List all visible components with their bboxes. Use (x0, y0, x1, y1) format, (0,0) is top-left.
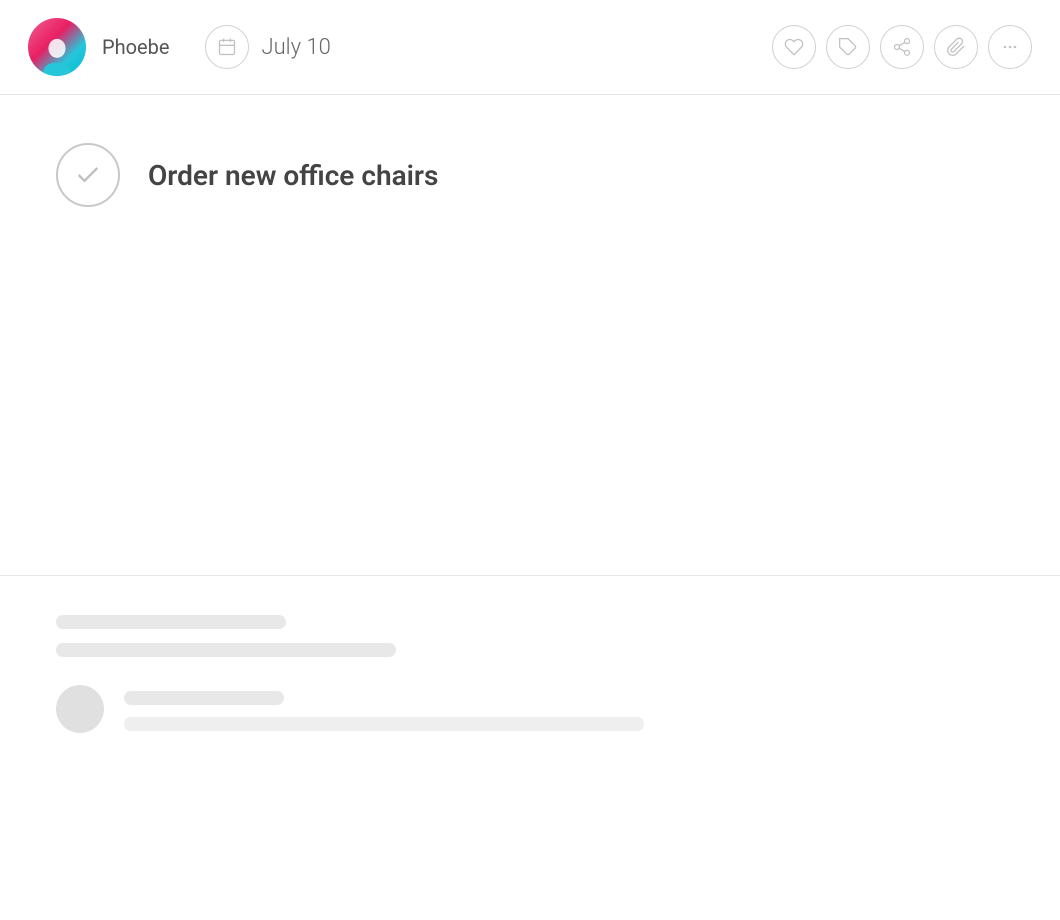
date-display: July 10 (261, 35, 330, 60)
skeleton-text-1 (124, 691, 284, 705)
avatar-silhouette (40, 36, 74, 76)
main-content: Order new office chairs (0, 95, 1060, 207)
tag-icon (838, 37, 858, 57)
task-title: Order new office chairs (148, 159, 438, 192)
paperclip-icon (946, 37, 966, 57)
section-divider (0, 575, 1060, 576)
user-name: Phoebe (102, 35, 169, 59)
more-options-button[interactable] (988, 25, 1032, 69)
calendar-icon-circle[interactable] (205, 25, 249, 69)
skeleton-text-2 (124, 717, 644, 731)
header-actions (772, 25, 1032, 69)
skeleton-line-1 (56, 615, 286, 629)
calendar-icon (217, 37, 237, 57)
tag-button[interactable] (826, 25, 870, 69)
skeleton-area (56, 615, 1004, 733)
heart-icon (784, 37, 804, 57)
app-header: Phoebe July 10 (0, 0, 1060, 95)
task-complete-button[interactable] (56, 143, 120, 207)
attachment-button[interactable] (934, 25, 978, 69)
favorite-button[interactable] (772, 25, 816, 69)
date-picker-button[interactable]: July 10 (205, 25, 330, 69)
skeleton-comment-row (56, 685, 1004, 733)
skeleton-avatar (56, 685, 104, 733)
more-icon (1000, 37, 1020, 57)
assign-icon (892, 37, 912, 57)
assign-button[interactable] (880, 25, 924, 69)
avatar[interactable] (28, 18, 86, 76)
skeleton-text-block (124, 685, 644, 731)
checkmark-icon (74, 161, 102, 189)
skeleton-line-2 (56, 643, 396, 657)
task-row: Order new office chairs (56, 143, 1004, 207)
